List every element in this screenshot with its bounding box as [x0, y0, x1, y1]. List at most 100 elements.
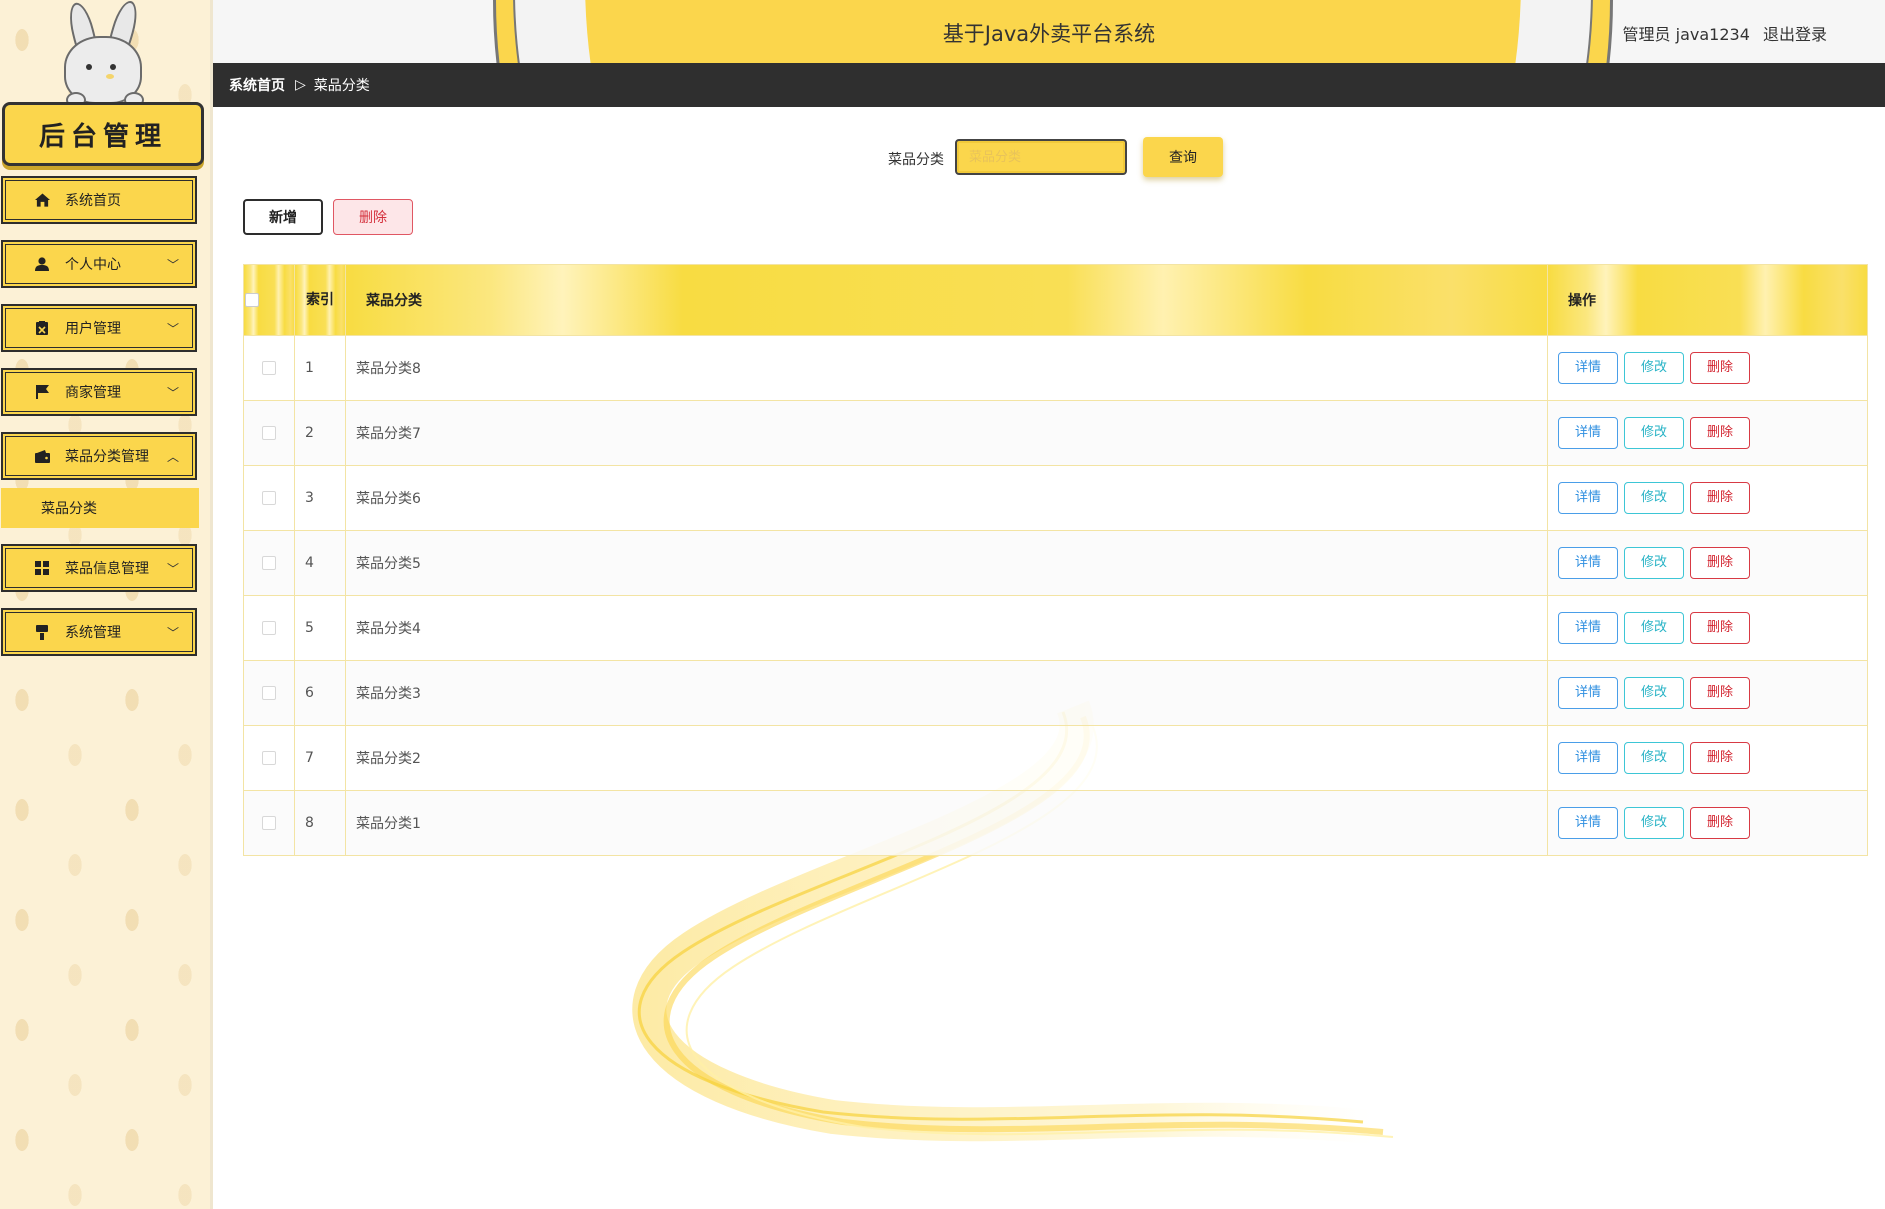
delete-button[interactable]: 删除: [1690, 417, 1750, 449]
sidebar-item-label: 系统管理: [65, 625, 121, 641]
chevron-down-icon: ﹀: [166, 258, 179, 272]
grid-icon: [33, 559, 51, 577]
detail-button[interactable]: 详情: [1558, 677, 1618, 709]
sidebar-item-home[interactable]: 系统首页: [1, 176, 197, 224]
sidebar-item-dish-category-management[interactable]: 菜品分类管理 ︿: [1, 432, 197, 480]
table-row: 7 菜品分类2 详情 修改 删除: [243, 725, 1868, 791]
sidebar-subitem-dish-category[interactable]: 菜品分类: [1, 488, 199, 528]
row-index: 8: [294, 790, 346, 856]
row-checkbox[interactable]: [262, 556, 276, 570]
table-row: 8 菜品分类1 详情 修改 删除: [243, 790, 1868, 856]
row-index: 4: [294, 530, 346, 596]
wallet-icon: [33, 447, 51, 465]
row-select-cell: [243, 335, 295, 401]
edit-button[interactable]: 修改: [1624, 677, 1684, 709]
table-row: 4 菜品分类5 详情 修改 删除: [243, 530, 1868, 596]
row-category-name: 菜品分类3: [345, 660, 1548, 726]
delete-button[interactable]: 删除: [1690, 612, 1750, 644]
delete-button[interactable]: 删除: [1690, 807, 1750, 839]
row-select-cell: [243, 660, 295, 726]
user-area: 管理员 java1234 退出登录: [1615, 21, 1827, 45]
edit-button[interactable]: 修改: [1624, 482, 1684, 514]
row-actions: 详情 修改 删除: [1547, 790, 1868, 856]
search-input[interactable]: [955, 139, 1127, 175]
detail-button[interactable]: 详情: [1558, 612, 1618, 644]
sidebar-item-label: 系统首页: [65, 193, 121, 209]
detail-button[interactable]: 详情: [1558, 547, 1618, 579]
row-category-name: 菜品分类5: [345, 530, 1548, 596]
row-select-cell: [243, 465, 295, 531]
select-all-checkbox[interactable]: [245, 293, 259, 307]
breadcrumb-home[interactable]: 系统首页: [229, 75, 285, 95]
row-checkbox[interactable]: [262, 426, 276, 440]
row-index: 3: [294, 465, 346, 531]
sidebar-item-personal-center[interactable]: 个人中心 ﹀: [1, 240, 197, 288]
row-actions: 详情 修改 删除: [1547, 530, 1868, 596]
delete-button[interactable]: 删除: [1690, 482, 1750, 514]
sidebar-item-label: 个人中心: [65, 257, 121, 273]
sidebar-item-label: 菜品分类管理: [65, 449, 149, 465]
sidebar-item-merchant-management[interactable]: 商家管理 ﹀: [1, 368, 197, 416]
sidebar-item-user-management[interactable]: 用户管理 ﹀: [1, 304, 197, 352]
search-button[interactable]: 查询: [1143, 137, 1223, 177]
delete-button[interactable]: 删除: [1690, 742, 1750, 774]
row-checkbox[interactable]: [262, 816, 276, 830]
person-icon: [33, 255, 51, 273]
detail-button[interactable]: 详情: [1558, 742, 1618, 774]
logo-title: 后台管理: [2, 102, 204, 166]
row-checkbox[interactable]: [262, 491, 276, 505]
table-row: 3 菜品分类6 详情 修改 删除: [243, 465, 1868, 531]
row-category-name: 菜品分类7: [345, 400, 1548, 466]
top-header: 基于Java外卖平台系统 管理员 java1234 退出登录: [213, 0, 1885, 63]
row-actions: 详情 修改 删除: [1547, 335, 1868, 401]
table-row: 5 菜品分类4 详情 修改 删除: [243, 595, 1868, 661]
sidebar-item-dish-info-management[interactable]: 菜品信息管理 ﹀: [1, 544, 197, 592]
edit-button[interactable]: 修改: [1624, 352, 1684, 384]
chevron-down-icon: ﹀: [166, 386, 179, 400]
sidebar: 后台管理 系统首页 个人中心 ﹀ 用户管理 ﹀ 商家管理 ﹀ 菜品分类管理 ︿ …: [0, 0, 213, 1209]
sidebar-item-label: 用户管理: [65, 321, 121, 337]
row-checkbox[interactable]: [262, 686, 276, 700]
row-category-name: 菜品分类4: [345, 595, 1548, 661]
home-icon: [33, 191, 51, 209]
edit-button[interactable]: 修改: [1624, 417, 1684, 449]
sidebar-item-system-management[interactable]: 系统管理 ﹀: [1, 608, 197, 656]
add-button[interactable]: 新增: [243, 199, 323, 235]
row-checkbox[interactable]: [262, 621, 276, 635]
row-checkbox[interactable]: [262, 751, 276, 765]
detail-button[interactable]: 详情: [1558, 807, 1618, 839]
edit-button[interactable]: 修改: [1624, 547, 1684, 579]
detail-button[interactable]: 详情: [1558, 482, 1618, 514]
breadcrumb: 系统首页 ▷ 菜品分类: [213, 63, 1885, 107]
logout-link[interactable]: 退出登录: [1763, 25, 1827, 44]
delete-button[interactable]: 删除: [1690, 352, 1750, 384]
row-checkbox[interactable]: [262, 361, 276, 375]
column-header-actions: 操作: [1547, 264, 1868, 336]
column-header-index: 索引: [294, 264, 346, 336]
row-index: 1: [294, 335, 346, 401]
detail-button[interactable]: 详情: [1558, 352, 1618, 384]
row-category-name: 菜品分类1: [345, 790, 1548, 856]
edit-button[interactable]: 修改: [1624, 612, 1684, 644]
edit-button[interactable]: 修改: [1624, 742, 1684, 774]
row-select-cell: [243, 595, 295, 661]
sidebar-item-label: 商家管理: [65, 385, 121, 401]
row-select-cell: [243, 790, 295, 856]
select-all-cell: [243, 264, 295, 336]
data-table: 索引 菜品分类 操作 1 菜品分类8 详情 修改 删除 2 菜品分类7 详情 修改 删除 3 菜品分类…: [243, 264, 1868, 856]
row-index: 6: [294, 660, 346, 726]
clipboard-icon: [33, 319, 51, 337]
brush-icon: [33, 623, 51, 641]
breadcrumb-current: 菜品分类: [313, 78, 370, 94]
batch-delete-button[interactable]: 删除: [333, 199, 413, 235]
row-actions: 详情 修改 删除: [1547, 595, 1868, 661]
chevron-up-icon: ︿: [166, 450, 179, 464]
search-label: 菜品分类: [888, 152, 944, 168]
main-content: 菜品分类 查询 新增 删除 索引 菜品分类 操作 1菜品分类8详情修改删除2菜品…: [213, 107, 1885, 1209]
row-select-cell: [243, 530, 295, 596]
delete-button[interactable]: 删除: [1690, 677, 1750, 709]
delete-button[interactable]: 删除: [1690, 547, 1750, 579]
chevron-down-icon: ﹀: [166, 626, 179, 640]
detail-button[interactable]: 详情: [1558, 417, 1618, 449]
edit-button[interactable]: 修改: [1624, 807, 1684, 839]
